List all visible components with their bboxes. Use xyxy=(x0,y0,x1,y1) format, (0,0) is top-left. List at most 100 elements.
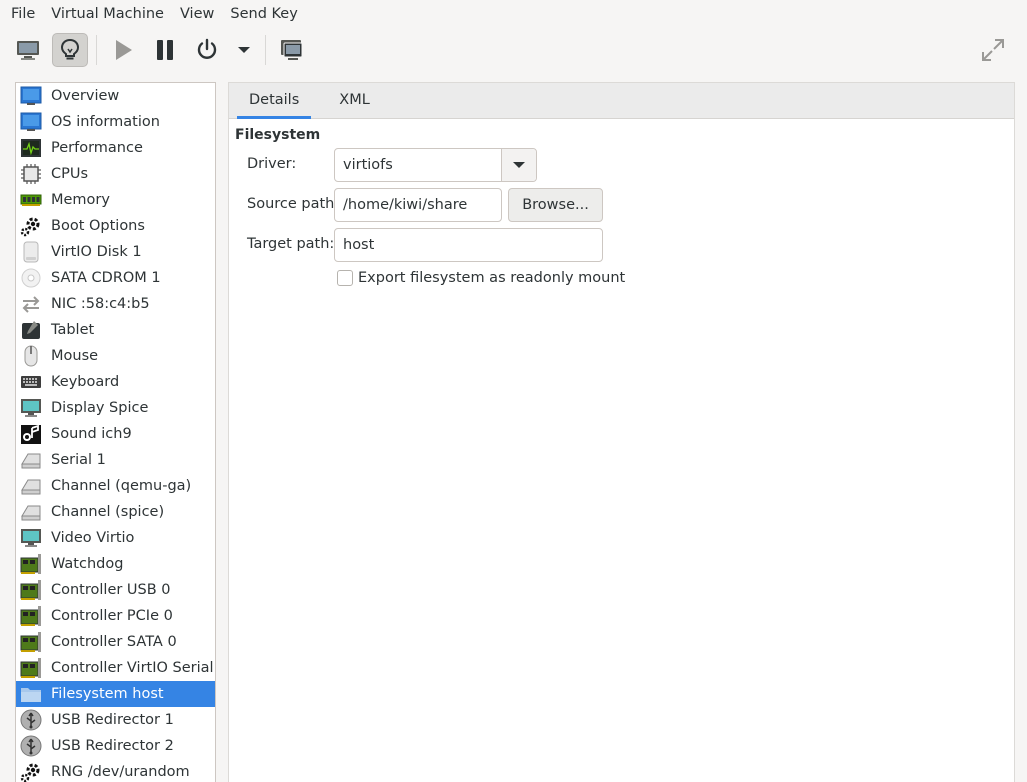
menu-send-key[interactable]: Send Key xyxy=(222,0,305,28)
pci-card-icon xyxy=(19,553,43,575)
readonly-checkbox[interactable] xyxy=(337,270,353,286)
menu-file[interactable]: File xyxy=(3,0,43,28)
sidebar-item-label: Tablet xyxy=(51,322,95,338)
sidebar-item-label: Channel (spice) xyxy=(51,504,165,520)
power-icon xyxy=(197,38,217,59)
console-button[interactable] xyxy=(10,33,46,67)
sidebar-item-label: Filesystem host xyxy=(51,686,164,702)
pci-card-icon xyxy=(19,657,43,679)
sidebar-item-display-spice[interactable]: Display Spice xyxy=(16,395,215,421)
driver-combo[interactable]: virtiofs xyxy=(334,148,537,182)
sidebar-item-label: Overview xyxy=(51,88,120,104)
tablet-icon xyxy=(19,319,43,341)
source-path-input[interactable]: /home/kiwi/share xyxy=(334,188,502,222)
cpu-icon xyxy=(19,163,43,185)
sidebar-item-label: Mouse xyxy=(51,348,99,364)
channel-icon xyxy=(19,501,43,523)
chevron-down-icon xyxy=(513,162,525,168)
toolbar-separator xyxy=(96,35,97,65)
sound-icon xyxy=(19,423,43,445)
sidebar-item-virtio-disk-1[interactable]: VirtIO Disk 1 xyxy=(16,239,215,265)
sidebar-item-filesystem-host[interactable]: Filesystem host xyxy=(16,681,215,707)
section-title: Filesystem xyxy=(235,127,321,143)
driver-dropdown-button[interactable] xyxy=(501,149,536,181)
sidebar-item-boot-options[interactable]: Boot Options xyxy=(16,213,215,239)
sidebar-item-controller-virtio-serial-0[interactable]: Controller VirtIO Serial 0 xyxy=(16,655,215,681)
sidebar-item-keyboard[interactable]: Keyboard xyxy=(16,369,215,395)
driver-value: virtiofs xyxy=(343,157,393,173)
fullscreen-button[interactable] xyxy=(975,33,1011,67)
shutdown-menu-button[interactable] xyxy=(231,33,257,67)
pause-button[interactable] xyxy=(147,33,183,67)
usb-icon xyxy=(19,709,43,731)
sidebar-item-controller-usb-0[interactable]: Controller USB 0 xyxy=(16,577,215,603)
sidebar-item-sata-cdrom-1[interactable]: SATA CDROM 1 xyxy=(16,265,215,291)
sidebar-item-label: Controller SATA 0 xyxy=(51,634,177,650)
tab-details[interactable]: Details xyxy=(229,83,319,119)
sidebar-item-rng[interactable]: RNG /dev/urandom xyxy=(16,759,215,782)
sidebar-item-label: Channel (qemu-ga) xyxy=(51,478,192,494)
memory-icon xyxy=(19,189,43,211)
play-icon xyxy=(116,40,132,60)
cdrom-icon xyxy=(19,267,43,289)
snapshots-button[interactable] xyxy=(274,33,310,67)
menu-view[interactable]: View xyxy=(172,0,222,28)
fullscreen-icon xyxy=(982,39,1004,61)
driver-label: Driver: xyxy=(247,156,297,172)
toolbar-separator xyxy=(265,35,266,65)
pci-card-icon xyxy=(19,579,43,601)
sidebar-item-sound-ich9[interactable]: Sound ich9 xyxy=(16,421,215,447)
sidebar-item-watchdog[interactable]: Watchdog xyxy=(16,551,215,577)
target-path-label: Target path: xyxy=(247,236,335,252)
sidebar-item-label: USB Redirector 1 xyxy=(51,712,174,728)
sidebar-item-usb-redirector-2[interactable]: USB Redirector 2 xyxy=(16,733,215,759)
sidebar-item-label: Watchdog xyxy=(51,556,124,572)
sidebar-item-mouse[interactable]: Mouse xyxy=(16,343,215,369)
pci-card-icon xyxy=(19,605,43,627)
sidebar-item-usb-redirector-1[interactable]: USB Redirector 1 xyxy=(16,707,215,733)
sidebar-item-overview[interactable]: Overview xyxy=(16,83,215,109)
keyboard-icon xyxy=(19,371,43,393)
details-panel: Details XML Filesystem Driver: virtiofs … xyxy=(228,82,1015,782)
details-button[interactable] xyxy=(52,33,88,67)
overview-icon xyxy=(19,85,43,107)
sidebar-item-label: Boot Options xyxy=(51,218,145,234)
sidebar-item-label: Controller VirtIO Serial 0 xyxy=(51,660,216,676)
lightbulb-icon xyxy=(60,38,80,60)
mouse-icon xyxy=(19,345,43,367)
sidebar-item-label: Keyboard xyxy=(51,374,120,390)
sidebar-item-channel-spice[interactable]: Channel (spice) xyxy=(16,499,215,525)
sidebar-item-cpus[interactable]: CPUs xyxy=(16,161,215,187)
disk-icon xyxy=(19,241,43,263)
menu-virtual-machine[interactable]: Virtual Machine xyxy=(43,0,172,28)
sidebar-item-label: Memory xyxy=(51,192,110,208)
sidebar-item-serial-1[interactable]: Serial 1 xyxy=(16,447,215,473)
readonly-row: Export filesystem as readonly mount xyxy=(337,270,625,286)
sidebar-item-controller-sata-0[interactable]: Controller SATA 0 xyxy=(16,629,215,655)
readonly-label[interactable]: Export filesystem as readonly mount xyxy=(358,270,625,286)
shutdown-button[interactable] xyxy=(189,33,225,67)
sidebar-item-controller-pcie-0[interactable]: Controller PCIe 0 xyxy=(16,603,215,629)
sidebar-item-video-virtio[interactable]: Video Virtio xyxy=(16,525,215,551)
console-icon xyxy=(17,41,39,60)
sidebar-item-os-information[interactable]: OS information xyxy=(16,109,215,135)
network-icon xyxy=(19,293,43,315)
tab-xml[interactable]: XML xyxy=(319,83,390,118)
chevron-down-icon xyxy=(238,47,250,53)
sidebar-item-label: OS information xyxy=(51,114,160,130)
browse-button[interactable]: Browse... xyxy=(508,188,603,222)
sidebar-item-nic[interactable]: NIC :58:c4:b5 xyxy=(16,291,215,317)
sidebar-item-memory[interactable]: Memory xyxy=(16,187,215,213)
sidebar-item-label: Controller PCIe 0 xyxy=(51,608,173,624)
os-info-icon xyxy=(19,111,43,133)
sidebar-item-channel-qemu-ga[interactable]: Channel (qemu-ga) xyxy=(16,473,215,499)
performance-icon xyxy=(19,137,43,159)
run-button[interactable] xyxy=(105,33,141,67)
sidebar-item-label: NIC :58:c4:b5 xyxy=(51,296,150,312)
sidebar-item-tablet[interactable]: Tablet xyxy=(16,317,215,343)
sidebar-item-performance[interactable]: Performance xyxy=(16,135,215,161)
sidebar-item-label: CPUs xyxy=(51,166,89,182)
folder-icon xyxy=(19,683,43,705)
sidebar-item-label: SATA CDROM 1 xyxy=(51,270,161,286)
target-path-input[interactable]: host xyxy=(334,228,603,262)
